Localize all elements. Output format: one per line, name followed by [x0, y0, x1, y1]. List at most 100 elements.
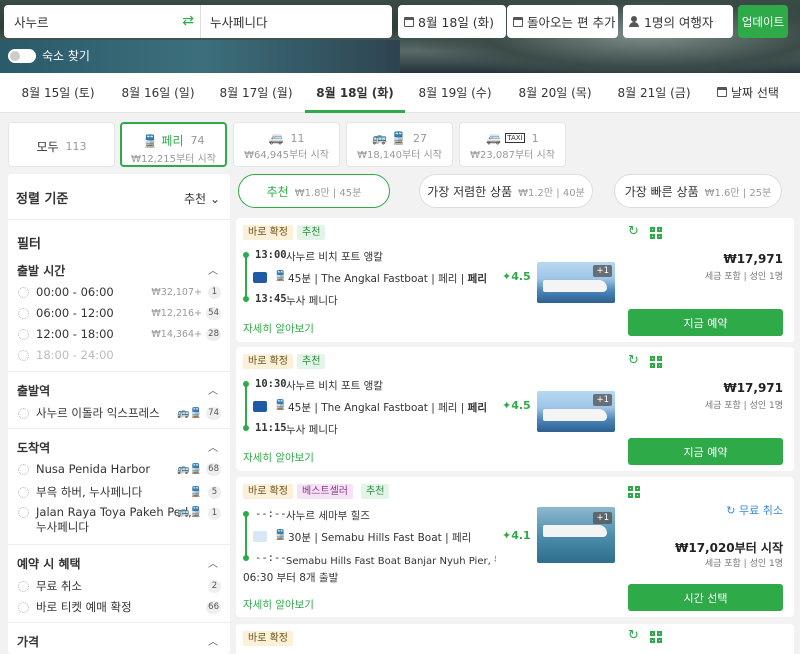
learn-more-link[interactable]: 자세히 알아보기	[243, 450, 314, 465]
date-tab-label: 8월 20일 (목)	[518, 86, 592, 100]
van-icon: 🚐	[268, 131, 284, 145]
refresh-icon: ↻	[628, 224, 639, 239]
learn-more-link[interactable]: 자세히 알아보기	[243, 321, 314, 336]
chevron-up-icon[interactable]: ︿	[208, 633, 218, 648]
result-card[interactable]: 바로 확정 추천 13:00 사누르 비치 포트 앵칼 45분 | The An…	[236, 218, 794, 342]
select-time-button[interactable]: 시간 선택	[628, 584, 783, 611]
price: ₩17,020부터 시작	[675, 541, 783, 555]
instant-confirm-tag: 바로 확정	[243, 225, 293, 240]
to-field[interactable]: 누사페니다	[200, 5, 392, 38]
departure-time: --:--	[255, 508, 287, 520]
mode-price: ₩18,140부터 시작	[357, 150, 442, 161]
filter-option-price: ₩12,216+	[151, 307, 202, 319]
mode-label: 모두	[36, 140, 59, 154]
rating-value: 4.5	[511, 399, 531, 412]
pick-date-tab[interactable]: 날짜 선택	[698, 73, 798, 113]
radio-icon	[18, 286, 29, 298]
date-field[interactable]: 8월 18일 (화)	[398, 5, 506, 38]
price-note: 세금 포함 | 성인 1명	[704, 401, 783, 411]
ferry-icon: 🚆	[274, 271, 287, 282]
sort-label: 정렬 기준	[16, 192, 69, 207]
return-field[interactable]: 돌아오는 편 추가	[507, 5, 618, 38]
radio-icon	[18, 580, 29, 592]
boat-photo[interactable]: +1	[537, 391, 615, 432]
sort-tab-cheapest[interactable]: 가장 저렴한 상품 ₩1.2만 | 40분	[419, 174, 593, 208]
radio-icon	[18, 601, 29, 613]
calendar-icon	[404, 16, 414, 27]
filter-option[interactable]: 부윽 하버, 누사페니다 🚆 5	[18, 484, 222, 500]
sort-tab-fastest[interactable]: 가장 빠른 상품 ₩1.6만 | 25분	[614, 174, 782, 208]
mode-bus-ferry[interactable]: 🚌 🚆 27 ₩18,140부터 시작	[346, 122, 453, 167]
return-value: 돌아오는 편 추가	[527, 15, 616, 30]
departure-station-title: 출발역	[17, 384, 51, 398]
sort-tab-label: 가장 빠른 상품	[624, 184, 699, 199]
radio-icon	[18, 463, 29, 475]
date-tab-label: 날짜 선택	[731, 86, 779, 100]
from-field[interactable]: 사누르 ⇄	[4, 5, 200, 38]
hotel-toggle-label: 숙소 찾기	[42, 49, 90, 63]
learn-more-link[interactable]: 자세히 알아보기	[243, 597, 314, 612]
recommended-tag: 추천	[297, 225, 326, 240]
book-now-button[interactable]: 지금 예약	[628, 438, 783, 465]
result-card[interactable]: 바로 확정 추천 10:30 사누르 비치 포트 앵칼 45분 | The An…	[236, 347, 794, 471]
date-tab[interactable]: 8월 17일 (월)	[206, 73, 306, 113]
radio-icon	[18, 349, 29, 361]
filter-option[interactable]: 12:00 - 18:00 ₩14,364+ 28	[18, 327, 222, 341]
mode-ferry[interactable]: 🚆 페리 74 ₩12,215부터 시작	[120, 122, 227, 167]
passengers-field[interactable]: 1명의 여행자	[623, 5, 733, 38]
operator-text: 45분 | The Angkal Fastboat | 페리 |	[288, 402, 468, 414]
instant-confirm-tag: 바로 확정	[243, 354, 293, 369]
chevron-up-icon[interactable]: ︿	[208, 439, 218, 454]
filter-option[interactable]: 바로 티켓 예매 확정 66	[18, 599, 222, 615]
divider	[8, 544, 230, 545]
sort-tab-label: 추천	[266, 184, 289, 199]
filter-option[interactable]: 사누르 이돌라 익스프레스 🚌🚆 74	[18, 405, 222, 421]
mode-price: ₩23,087부터 시작	[470, 150, 555, 161]
result-card[interactable]: 바로 확정 ↻	[236, 624, 794, 654]
chevron-up-icon[interactable]: ︿	[208, 262, 218, 277]
photo-more-count: +1	[593, 265, 612, 277]
operator-logo	[253, 401, 267, 412]
filter-option[interactable]: 06:00 - 12:00 ₩12,216+ 54	[18, 306, 222, 320]
mode-van[interactable]: 🚐 11 ₩64,945부터 시작	[233, 122, 340, 167]
date-tab[interactable]: 8월 19일 (수)	[405, 73, 505, 113]
chevron-up-icon[interactable]: ︿	[208, 382, 218, 397]
date-tab[interactable]: 8월 21일 (금)	[604, 73, 704, 113]
filter-option[interactable]: 00:00 - 06:00 ₩32,107+ 1	[18, 285, 222, 299]
mode-all[interactable]: 모두 113	[8, 122, 115, 167]
mode-price: ₩64,945부터 시작	[244, 150, 329, 161]
sort-dropdown[interactable]: 추천 ⌄	[184, 190, 220, 207]
result-card[interactable]: 바로 확정 베스트셀러 추천 --:-- 사누르 세마부 힐즈 30분 | Se…	[236, 477, 794, 617]
timeline	[245, 256, 247, 298]
date-tab[interactable]: 8월 15일 (토)	[8, 73, 108, 113]
boat-photo[interactable]: +1	[537, 507, 615, 563]
date-tab[interactable]: 8월 16일 (일)	[108, 73, 208, 113]
filter-option[interactable]: 무료 취소 2	[18, 578, 222, 594]
rating-value: 4.1	[511, 529, 531, 542]
date-tab[interactable]: 8월 20일 (목)	[505, 73, 605, 113]
date-tab-label: 8월 21일 (금)	[617, 86, 691, 100]
timeline-dot	[243, 296, 249, 302]
star-icon: ✦	[502, 270, 512, 283]
hotel-toggle[interactable]	[8, 48, 36, 63]
filter-option-label: 18:00 - 24:00	[36, 348, 114, 362]
mode-taxi[interactable]: 🚐 TAXI 1 ₩23,087부터 시작	[459, 122, 566, 167]
date-tab-selected[interactable]: 8월 18일 (화)	[305, 73, 405, 113]
date-tab-label: 8월 17일 (월)	[219, 86, 293, 100]
chevron-up-icon[interactable]: ︿	[208, 555, 218, 570]
book-now-button[interactable]: 지금 예약	[628, 309, 783, 336]
swap-icon[interactable]: ⇄	[182, 13, 194, 29]
filter-option[interactable]: Jalan Raya Toya Pakeh Ped, 누사페니다 🚌🚆 1	[18, 505, 222, 535]
bus-icon: 🚌	[372, 131, 387, 145]
arrival-place: Semabu Hills Fast Boat Banjar Nyuh Pier,…	[286, 556, 496, 567]
sort-tab-recommended[interactable]: 추천 ₩1.8만 | 45분	[238, 174, 390, 208]
operator-type: 페리	[467, 273, 487, 285]
refresh-icon: ↻	[628, 353, 639, 368]
filter-option[interactable]: Nusa Penida Harbor 🚌🚆 68	[18, 462, 222, 476]
taxi-icon: TAXI	[505, 133, 525, 143]
filter-option-count: 5	[208, 485, 221, 499]
update-button[interactable]: 업데이트	[738, 5, 788, 38]
photo-more-count: +1	[593, 512, 612, 524]
qr-icon	[650, 227, 662, 239]
boat-photo[interactable]: +1	[537, 262, 615, 303]
